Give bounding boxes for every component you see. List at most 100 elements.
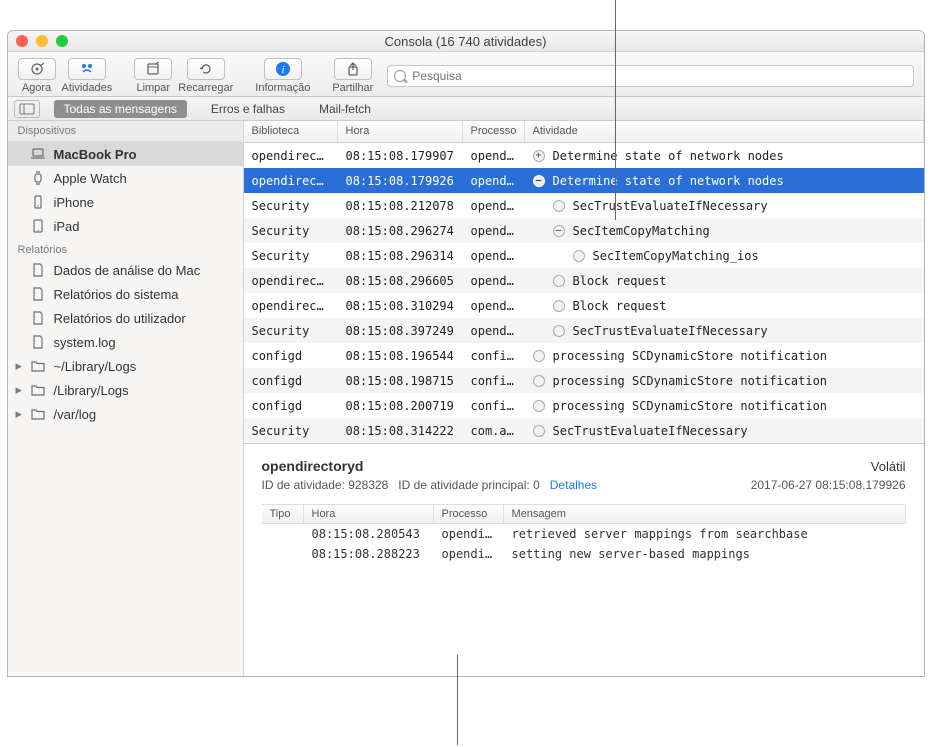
activity-bullet-icon[interactable] [533, 150, 545, 162]
reload-icon [187, 58, 225, 80]
activity-bullet-icon[interactable] [553, 200, 565, 212]
sidebar-device-iphone[interactable]: iPhone [8, 190, 243, 214]
sidebar-toggle[interactable] [14, 100, 40, 118]
sidebar-item-label: Relatórios do utilizador [54, 311, 186, 326]
detail-row[interactable]: 08:15:08.288223opendi…setting new server… [262, 544, 906, 564]
disclosure-triangle-icon[interactable]: ▸ [16, 406, 22, 422]
activity-bullet-icon[interactable] [553, 325, 565, 337]
cell-activity: Block request [525, 274, 924, 288]
sidebar-report-item[interactable]: ▸ ~/Library/Logs [8, 354, 243, 378]
col-time[interactable]: Hora [338, 121, 463, 142]
log-row[interactable]: opendirect…08:15:08.179907opendi…Determi… [244, 143, 924, 168]
activity-bullet-icon[interactable] [533, 425, 545, 437]
filter-errors[interactable]: Erros e falhas [201, 100, 295, 118]
cell-activity: Block request [525, 299, 924, 313]
doc-icon [30, 310, 46, 326]
dcol-message[interactable]: Mensagem [504, 505, 906, 523]
titlebar[interactable]: Consola (16 740 atividades) [8, 31, 924, 52]
cell-time: 08:15:08.296314 [338, 249, 463, 263]
parent-activity-id-value: 0 [533, 478, 540, 492]
log-row[interactable]: Security08:15:08.296314opendi…SecItemCop… [244, 243, 924, 268]
sidebar-item-label: ~/Library/Logs [54, 359, 137, 374]
sidebar-report-item[interactable]: ▸/var/log [8, 402, 243, 426]
search-field[interactable] [387, 65, 913, 87]
sidebar-report-item[interactable]: system.log [8, 330, 243, 354]
cell-time: 08:15:08.200719 [338, 399, 463, 413]
cell-library: opendirect… [244, 174, 338, 188]
filter-mail-fetch[interactable]: Mail-fetch [309, 100, 381, 118]
cell-library: Security [244, 249, 338, 263]
activity-bullet-icon[interactable] [533, 175, 545, 187]
callout-line-bottom [457, 655, 458, 745]
col-library[interactable]: Biblioteca [244, 121, 338, 142]
target-icon [18, 58, 56, 80]
sidebar-report-item[interactable]: Dados de análise do Mac [8, 258, 243, 282]
filter-bar: Todas as mensagens Erros e falhas Mail-f… [8, 97, 924, 121]
cell-activity: SecItemCopyMatching_ios [525, 249, 924, 263]
filter-all-messages[interactable]: Todas as mensagens [54, 100, 187, 118]
close-window-button[interactable] [16, 35, 28, 47]
cell-process: opendi… [463, 249, 525, 263]
sidebar-report-item[interactable]: Relatórios do sistema [8, 282, 243, 306]
log-row[interactable]: Security08:15:08.397249opendi…SecTrustEv… [244, 318, 924, 343]
log-row[interactable]: Security08:15:08.212078opendi…SecTrustEv… [244, 193, 924, 218]
detail-rows[interactable]: 08:15:08.280543opendi…retrieved server m… [262, 524, 906, 564]
zoom-window-button[interactable] [56, 35, 68, 47]
sidebar-device-macbook-pro[interactable]: MacBook Pro [8, 142, 243, 166]
log-row[interactable]: configd08:15:08.196544configdprocessing … [244, 343, 924, 368]
window-title: Consola (16 740 atividades) [8, 34, 924, 49]
log-row[interactable]: opendirect…08:15:08.296605opendi…Block r… [244, 268, 924, 293]
cell-process: opendi… [463, 274, 525, 288]
details-link[interactable]: Detalhes [550, 478, 597, 492]
share-button[interactable]: Partilhar [332, 58, 373, 94]
cell-time: 08:15:08.296605 [338, 274, 463, 288]
sidebar-item-label: /Library/Logs [54, 383, 129, 398]
cell-library: Security [244, 224, 338, 238]
info-button[interactable]: i Informação [255, 58, 310, 94]
sidebar-item-label: iPhone [54, 195, 94, 210]
detail-process-name: opendirectoryd [262, 458, 364, 474]
cell-process: opendi… [463, 199, 525, 213]
log-rows[interactable]: opendirect…08:15:08.179907opendi…Determi… [244, 143, 924, 443]
activity-bullet-icon[interactable] [553, 225, 565, 237]
log-columns[interactable]: Biblioteca Hora Processo Atividade [244, 121, 924, 143]
activity-bullet-icon[interactable] [553, 300, 565, 312]
dcell-type [262, 527, 304, 541]
log-row[interactable]: opendirect…08:15:08.179926opendi…Determi… [244, 168, 924, 193]
search-input[interactable] [387, 65, 913, 87]
activity-bullet-icon[interactable] [533, 350, 545, 362]
col-process[interactable]: Processo [463, 121, 525, 142]
dcol-time[interactable]: Hora [304, 505, 434, 523]
sidebar-device-ipad[interactable]: iPad [8, 214, 243, 238]
activity-id-label: ID de atividade: [262, 478, 345, 492]
log-row[interactable]: opendirect…08:15:08.310294opendi…Block r… [244, 293, 924, 318]
dcol-process[interactable]: Processo [434, 505, 504, 523]
log-row[interactable]: Security08:15:08.314222com.ap…SecTrustEv… [244, 418, 924, 443]
detail-columns[interactable]: Tipo Hora Processo Mensagem [262, 504, 906, 524]
detail-row[interactable]: 08:15:08.280543opendi…retrieved server m… [262, 524, 906, 544]
sidebar-report-item[interactable]: Relatórios do utilizador [8, 306, 243, 330]
clear-button[interactable]: Limpar [134, 58, 172, 94]
activity-bullet-icon[interactable] [533, 375, 545, 387]
log-row[interactable]: configd08:15:08.198715configdprocessing … [244, 368, 924, 393]
activity-bullet-icon[interactable] [533, 400, 545, 412]
now-button[interactable]: Agora [18, 58, 56, 94]
dcell-process: opendi… [434, 527, 504, 541]
log-row[interactable]: Security08:15:08.296274opendi…SecItemCop… [244, 218, 924, 243]
activity-bullet-icon[interactable] [573, 250, 585, 262]
dcol-type[interactable]: Tipo [262, 505, 304, 523]
cell-library: Security [244, 324, 338, 338]
col-activity[interactable]: Atividade [525, 121, 924, 142]
cell-library: Security [244, 199, 338, 213]
disclosure-triangle-icon[interactable]: ▸ [16, 358, 22, 374]
reload-button[interactable]: Recarregar [178, 58, 233, 94]
activities-button[interactable]: Atividades [62, 58, 113, 94]
log-row[interactable]: configd08:15:08.200719configdprocessing … [244, 393, 924, 418]
activity-bullet-icon[interactable] [553, 275, 565, 287]
disclosure-triangle-icon[interactable]: ▸ [16, 382, 22, 398]
sidebar-report-item[interactable]: ▸ /Library/Logs [8, 378, 243, 402]
minimize-window-button[interactable] [36, 35, 48, 47]
sidebar-device-apple-watch[interactable]: Apple Watch [8, 166, 243, 190]
sidebar-item-label: iPad [54, 219, 80, 234]
detail-volatile-label: Volátil [871, 459, 906, 474]
